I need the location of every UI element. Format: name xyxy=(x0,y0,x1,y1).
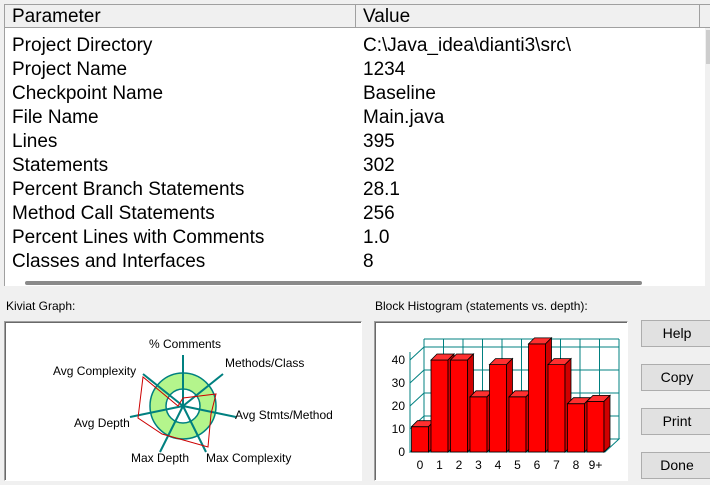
y-tick-label: 40 xyxy=(392,353,406,367)
histogram-panel: 0 10 20 30 40 0 1 2 3 4 5 6 7 8 9+ xyxy=(374,321,628,481)
x-tick-label: 7 xyxy=(553,458,560,472)
value-cell: Main.java xyxy=(363,107,445,128)
table-row[interactable]: Method Call Statements 256 xyxy=(5,202,699,226)
parameter-cell: Checkpoint Name xyxy=(12,83,164,104)
kiviat-graph: % Comments Methods/Class Avg Stmts/Metho… xyxy=(53,337,333,465)
parameter-cell: File Name xyxy=(12,107,99,128)
table-row[interactable]: Statements 302 xyxy=(5,154,699,178)
y-tick-label: 30 xyxy=(392,376,406,390)
histogram-bar xyxy=(411,426,429,453)
y-tick-label: 10 xyxy=(392,422,406,436)
value-cell: 256 xyxy=(363,203,395,224)
y-tick-label: 0 xyxy=(398,445,405,459)
column-header-parameter[interactable]: Parameter xyxy=(5,5,356,27)
table-row[interactable]: Percent Branch Statements 28.1 xyxy=(5,178,699,202)
help-button[interactable]: Help xyxy=(641,320,710,347)
parameter-cell: Percent Branch Statements xyxy=(12,179,245,200)
vertical-scrollbar[interactable] xyxy=(705,28,710,286)
kiviat-graph-label: Kiviat Graph: xyxy=(6,299,76,313)
parameter-cell: Percent Lines with Comments xyxy=(12,227,265,248)
value-cell: 28.1 xyxy=(363,179,400,200)
histogram-side-gridline xyxy=(409,369,425,384)
table-header: Parameter Value xyxy=(5,5,710,28)
horizontal-scrollbar[interactable] xyxy=(5,277,705,286)
y-tick-label: 20 xyxy=(392,399,406,413)
histogram-title: Block Histogram (statements vs. depth): xyxy=(375,299,588,313)
histogram-bar xyxy=(430,359,449,453)
histogram-bar xyxy=(547,364,566,453)
table-row[interactable]: Project Name 1234 xyxy=(5,58,699,82)
table-row[interactable]: Classes and Interfaces 8 xyxy=(5,250,699,274)
value-cell: 395 xyxy=(363,131,395,152)
metrics-table: Parameter Value Project Directory C:\Java… xyxy=(4,4,710,286)
histogram-bar xyxy=(567,403,585,453)
table-row[interactable]: Checkpoint Name Baseline xyxy=(5,82,699,106)
column-header-value[interactable]: Value xyxy=(356,5,699,27)
axis-label-avg-complexity: Avg Complexity xyxy=(53,364,136,378)
table-row[interactable]: Percent Lines with Comments 1.0 xyxy=(5,226,699,250)
parameter-cell: Lines xyxy=(12,131,58,152)
horizontal-scrollbar-thumb[interactable] xyxy=(25,281,642,285)
histogram-side-gridline xyxy=(409,392,425,407)
axis-label-avg-stmts-per-method: Avg Stmts/Method xyxy=(235,408,333,422)
histogram-bar xyxy=(508,396,527,453)
x-tick-label: 4 xyxy=(495,458,502,472)
parameter-cell: Method Call Statements xyxy=(12,203,215,224)
x-tick-label: 3 xyxy=(475,458,482,472)
value-cell: Baseline xyxy=(363,83,436,104)
table-body: Project Directory C:\Java_idea\dianti3\sr… xyxy=(5,34,699,274)
parameter-cell: Project Name xyxy=(12,59,128,80)
histogram-side-gridline xyxy=(409,346,425,361)
x-tick-label: 5 xyxy=(514,458,521,472)
kiviat-graph-panel: % Comments Methods/Class Avg Stmts/Metho… xyxy=(4,321,362,481)
done-button[interactable]: Done xyxy=(641,452,710,479)
value-cell: 1234 xyxy=(363,59,406,80)
axis-label-comments: % Comments xyxy=(149,337,221,351)
value-cell: C:\Java_idea\dianti3\src\ xyxy=(363,35,572,56)
axis-label-max-complexity: Max Complexity xyxy=(206,451,291,465)
x-tick-label: 0 xyxy=(417,458,424,472)
histogram-bar xyxy=(489,364,507,453)
x-tick-label: 6 xyxy=(534,458,541,472)
histogram-bar xyxy=(586,401,605,453)
histogram-bar-side xyxy=(603,394,611,453)
value-cell: 1.0 xyxy=(363,227,390,248)
histogram-bar xyxy=(469,396,488,453)
column-resize-handle[interactable] xyxy=(699,5,701,27)
print-button[interactable]: Print xyxy=(641,408,710,435)
copy-button[interactable]: Copy xyxy=(641,364,710,391)
table-row[interactable]: Lines 395 xyxy=(5,130,699,154)
axis-label-avg-depth: Avg Depth xyxy=(74,416,130,430)
x-tick-label: 2 xyxy=(456,458,463,472)
table-row[interactable]: File Name Main.java xyxy=(5,106,699,130)
x-tick-label: 9+ xyxy=(589,458,603,472)
parameter-cell: Classes and Interfaces xyxy=(12,251,206,272)
table-row[interactable]: Project Directory C:\Java_idea\dianti3\sr… xyxy=(5,34,699,58)
x-tick-label: 8 xyxy=(573,458,580,472)
parameter-cell: Project Directory xyxy=(12,35,153,56)
histogram-bar xyxy=(450,359,468,453)
vertical-scrollbar-thumb[interactable] xyxy=(706,30,710,64)
x-tick-label: 1 xyxy=(436,458,443,472)
histogram-bar xyxy=(528,343,546,453)
value-cell: 8 xyxy=(363,251,374,272)
parameter-cell: Statements xyxy=(12,155,109,176)
block-histogram: 0102030400 1 2 3 4 5 6 7 8 9+ xyxy=(392,336,621,472)
value-cell: 302 xyxy=(363,155,395,176)
axis-label-max-depth: Max Depth xyxy=(131,451,189,465)
axis-label-methods-per-class: Methods/Class xyxy=(225,356,304,370)
